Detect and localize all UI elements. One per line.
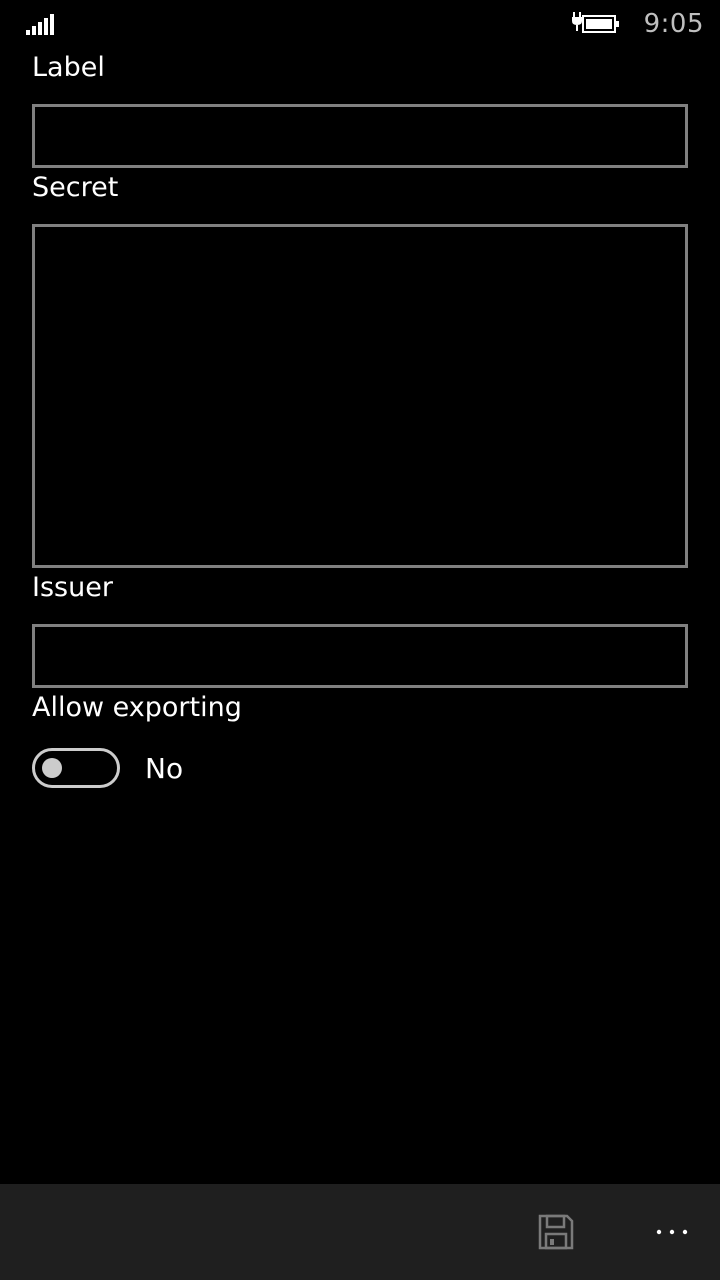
more-ellipsis-icon [656, 1229, 688, 1235]
app-bar [0, 1184, 720, 1280]
signal-bars-icon [26, 14, 54, 35]
save-button[interactable] [528, 1202, 584, 1262]
more-options-button[interactable] [640, 1210, 704, 1254]
toggle-knob [42, 758, 62, 778]
add-account-screen: 9:05 Label Secret Issuer Allow exporting… [0, 0, 720, 1280]
label-input[interactable] [32, 104, 688, 168]
status-clock: 9:05 [643, 9, 704, 39]
status-bar: 9:05 [0, 0, 720, 48]
save-icon [538, 1214, 574, 1250]
issuer-input[interactable] [32, 624, 688, 688]
battery-charging-icon [572, 12, 619, 33]
secret-input[interactable] [32, 224, 688, 568]
label-field-title: Label [32, 52, 105, 83]
allow-exporting-toggle[interactable] [32, 748, 120, 788]
secret-field-title: Secret [32, 172, 119, 203]
issuer-field-title: Issuer [32, 572, 113, 603]
allow-exporting-title: Allow exporting [32, 692, 242, 723]
allow-exporting-state: No [145, 752, 184, 785]
